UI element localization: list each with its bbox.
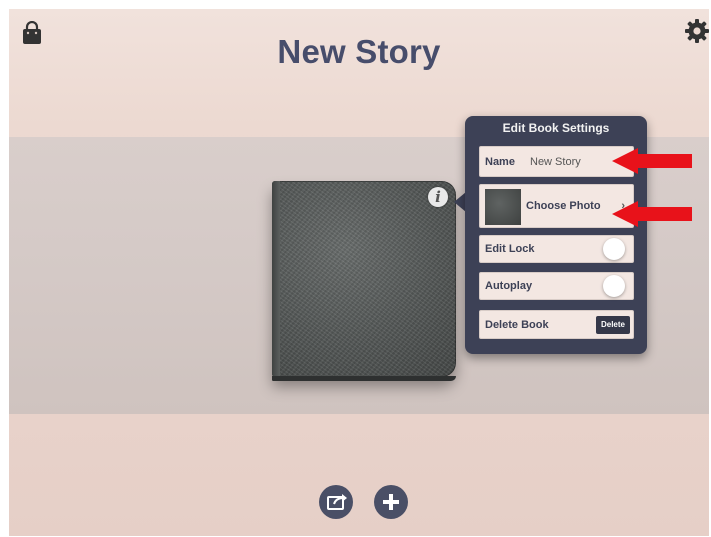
book-spine (272, 181, 280, 377)
delete-button[interactable]: Delete (596, 315, 630, 334)
delete-book-row: Delete Book Delete (479, 310, 634, 339)
page-title: New Story (277, 33, 441, 70)
choose-photo-row[interactable]: Choose Photo › (479, 184, 634, 228)
photo-thumbnail (485, 189, 521, 225)
arrow-left-icon (612, 148, 692, 174)
autoplay-row: Autoplay (479, 272, 634, 300)
name-label: Name (485, 155, 515, 168)
book-edge (272, 376, 456, 381)
share-button[interactable] (319, 485, 353, 519)
choose-photo-label: Choose Photo (526, 200, 601, 212)
delete-book-label: Delete Book (485, 318, 549, 331)
add-icon (383, 494, 399, 510)
autoplay-label: Autoplay (485, 280, 533, 292)
arrow-left-icon (612, 201, 692, 227)
app-screen: New Story i Edit Book Settings Name New … (9, 9, 709, 536)
info-icon[interactable]: i (428, 187, 448, 207)
popover-title: Edit Book Settings (502, 121, 610, 135)
name-field[interactable]: Name New Story (479, 146, 634, 177)
name-input[interactable]: New Story (530, 156, 581, 168)
autoplay-toggle[interactable] (603, 275, 625, 297)
edit-lock-row: Edit Lock (479, 235, 634, 263)
share-icon (327, 494, 347, 510)
edit-lock-toggle[interactable] (603, 238, 625, 260)
edit-lock-label: Edit Lock (485, 243, 535, 255)
book-cover[interactable] (272, 181, 456, 381)
add-button[interactable] (374, 485, 408, 519)
